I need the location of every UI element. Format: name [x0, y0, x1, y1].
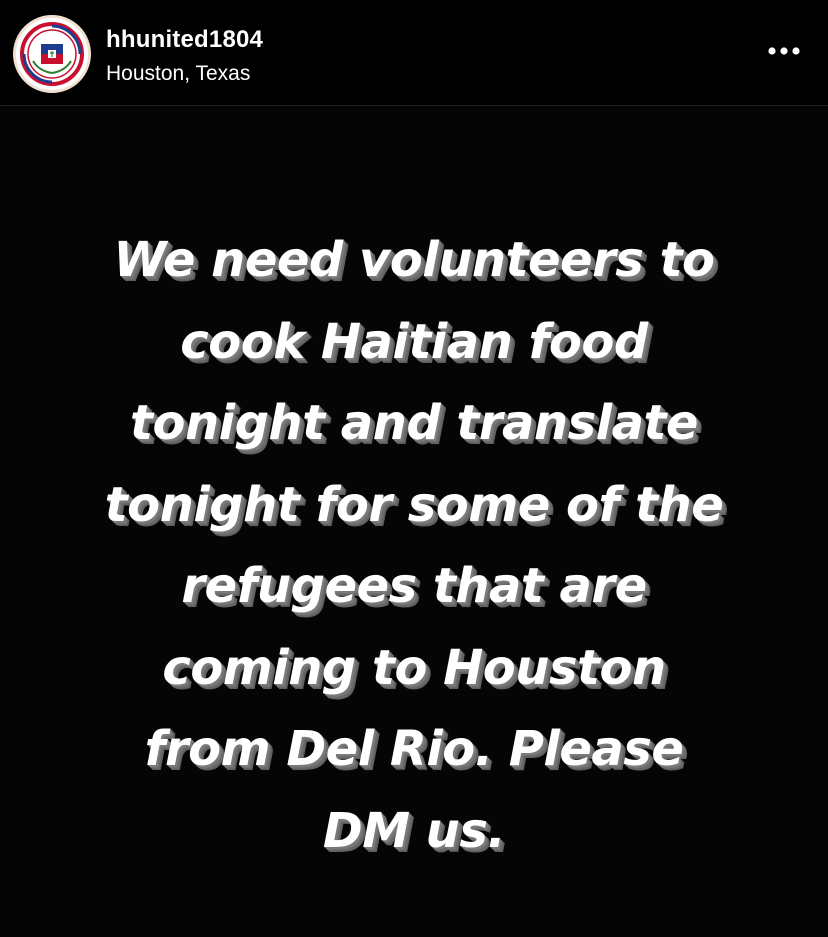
post-header: hhunited1804 Houston, Texas: [0, 0, 828, 106]
avatar[interactable]: [13, 15, 91, 93]
more-options-button[interactable]: [764, 36, 804, 66]
post-message-text: We need volunteers to cook Haitian food …: [104, 232, 724, 859]
username[interactable]: hhunited1804: [106, 26, 263, 54]
more-options-icon: [768, 47, 800, 55]
location-label[interactable]: Houston, Texas: [106, 62, 250, 86]
post-image[interactable]: We need volunteers to cook Haitian food …: [0, 106, 828, 937]
hhunited-logo-icon: [20, 22, 84, 86]
